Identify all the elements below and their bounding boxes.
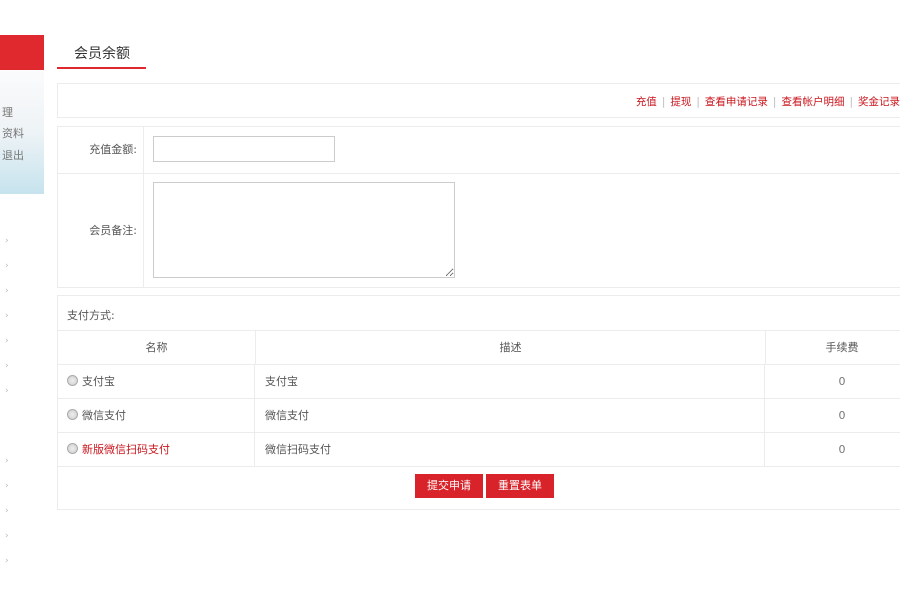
tab-active-indicator — [57, 67, 146, 69]
chevron-right-icon[interactable]: › — [5, 506, 9, 516]
sidebar: 理 资料 退出 › › › › › › › › › › › › — [0, 0, 44, 589]
table-row: 新版微信扫码支付 微信扫码支付 0 — [58, 433, 900, 467]
column-header-desc: 描述 — [256, 331, 766, 364]
chevron-right-icon[interactable]: › — [5, 311, 9, 321]
payment-desc: 支付宝 — [256, 365, 765, 398]
amount-input[interactable] — [153, 136, 335, 162]
chevron-right-icon[interactable]: › — [5, 336, 9, 346]
link-application-records[interactable]: 查看申请记录 — [705, 96, 768, 108]
sidebar-menu-logout[interactable]: 退出 — [2, 147, 24, 163]
payment-fee: 0 — [838, 375, 846, 388]
user-panel: 理 资料 退出 — [0, 70, 44, 194]
payment-name[interactable]: 支付宝 — [82, 375, 115, 388]
payment-fee: 0 — [838, 443, 846, 456]
payment-header: 支付方式: — [58, 296, 900, 331]
chevron-right-icon[interactable]: › — [5, 386, 9, 396]
payment-name[interactable]: 新版微信扫码支付 — [82, 443, 170, 456]
chevron-right-icon[interactable]: › — [5, 361, 9, 371]
payment-desc: 微信扫码支付 — [256, 433, 765, 466]
payment-fee: 0 — [838, 409, 846, 422]
table-row: 微信支付 微信支付 0 — [58, 399, 900, 433]
sidebar-header-bar — [0, 35, 44, 70]
radio-icon[interactable] — [67, 443, 78, 454]
chevron-right-icon[interactable]: › — [5, 236, 9, 246]
form-actions: 提交申请 重置表单 — [58, 466, 900, 502]
amount-row: 充值金额: — [58, 127, 900, 174]
table-row: 支付宝 支付宝 0 — [58, 365, 900, 399]
radio-icon[interactable] — [67, 375, 78, 386]
payment-section: 支付方式: 名称 描述 手续费 支付宝 支付宝 0 微信支付 微信支付 0 新版… — [57, 295, 900, 510]
radio-icon[interactable] — [67, 409, 78, 420]
submit-button[interactable]: 提交申请 — [415, 474, 483, 498]
payment-desc: 微信支付 — [256, 399, 765, 432]
recharge-form: 充值金额: 会员备注: — [57, 126, 900, 288]
payment-title: 支付方式: — [67, 309, 115, 322]
table-header-row: 名称 描述 手续费 — [58, 331, 900, 365]
reset-button[interactable]: 重置表单 — [486, 474, 554, 498]
sidebar-menu-profile[interactable]: 资料 — [2, 125, 24, 141]
link-account-details[interactable]: 查看帐户明细 — [781, 96, 844, 108]
sidebar-menu-manage[interactable]: 理 — [2, 104, 13, 120]
chevron-right-icon[interactable]: › — [5, 556, 9, 566]
chevron-right-icon[interactable]: › — [5, 456, 9, 466]
action-links-bar: 充值 | 提现 | 查看申请记录 | 查看帐户明细 | 奖金记录 — [57, 83, 900, 118]
column-header-name: 名称 — [58, 331, 256, 364]
note-label: 会员备注: — [58, 174, 144, 287]
tab-member-balance[interactable]: 会员余额 — [74, 43, 130, 63]
note-row: 会员备注: — [58, 174, 900, 287]
payment-name[interactable]: 微信支付 — [82, 409, 126, 422]
tab-bar: 会员余额 — [57, 34, 900, 70]
chevron-right-icon[interactable]: › — [5, 531, 9, 541]
chevron-right-icon[interactable]: › — [5, 481, 9, 491]
chevron-right-icon[interactable]: › — [5, 261, 9, 271]
link-withdraw[interactable]: 提现 — [670, 96, 691, 108]
link-recharge[interactable]: 充值 — [636, 96, 657, 108]
column-header-fee: 手续费 — [825, 341, 859, 354]
amount-label: 充值金额: — [58, 127, 144, 173]
chevron-right-icon[interactable]: › — [5, 286, 9, 296]
note-textarea[interactable] — [153, 182, 455, 278]
link-bonus-records[interactable]: 奖金记录 — [858, 96, 900, 108]
